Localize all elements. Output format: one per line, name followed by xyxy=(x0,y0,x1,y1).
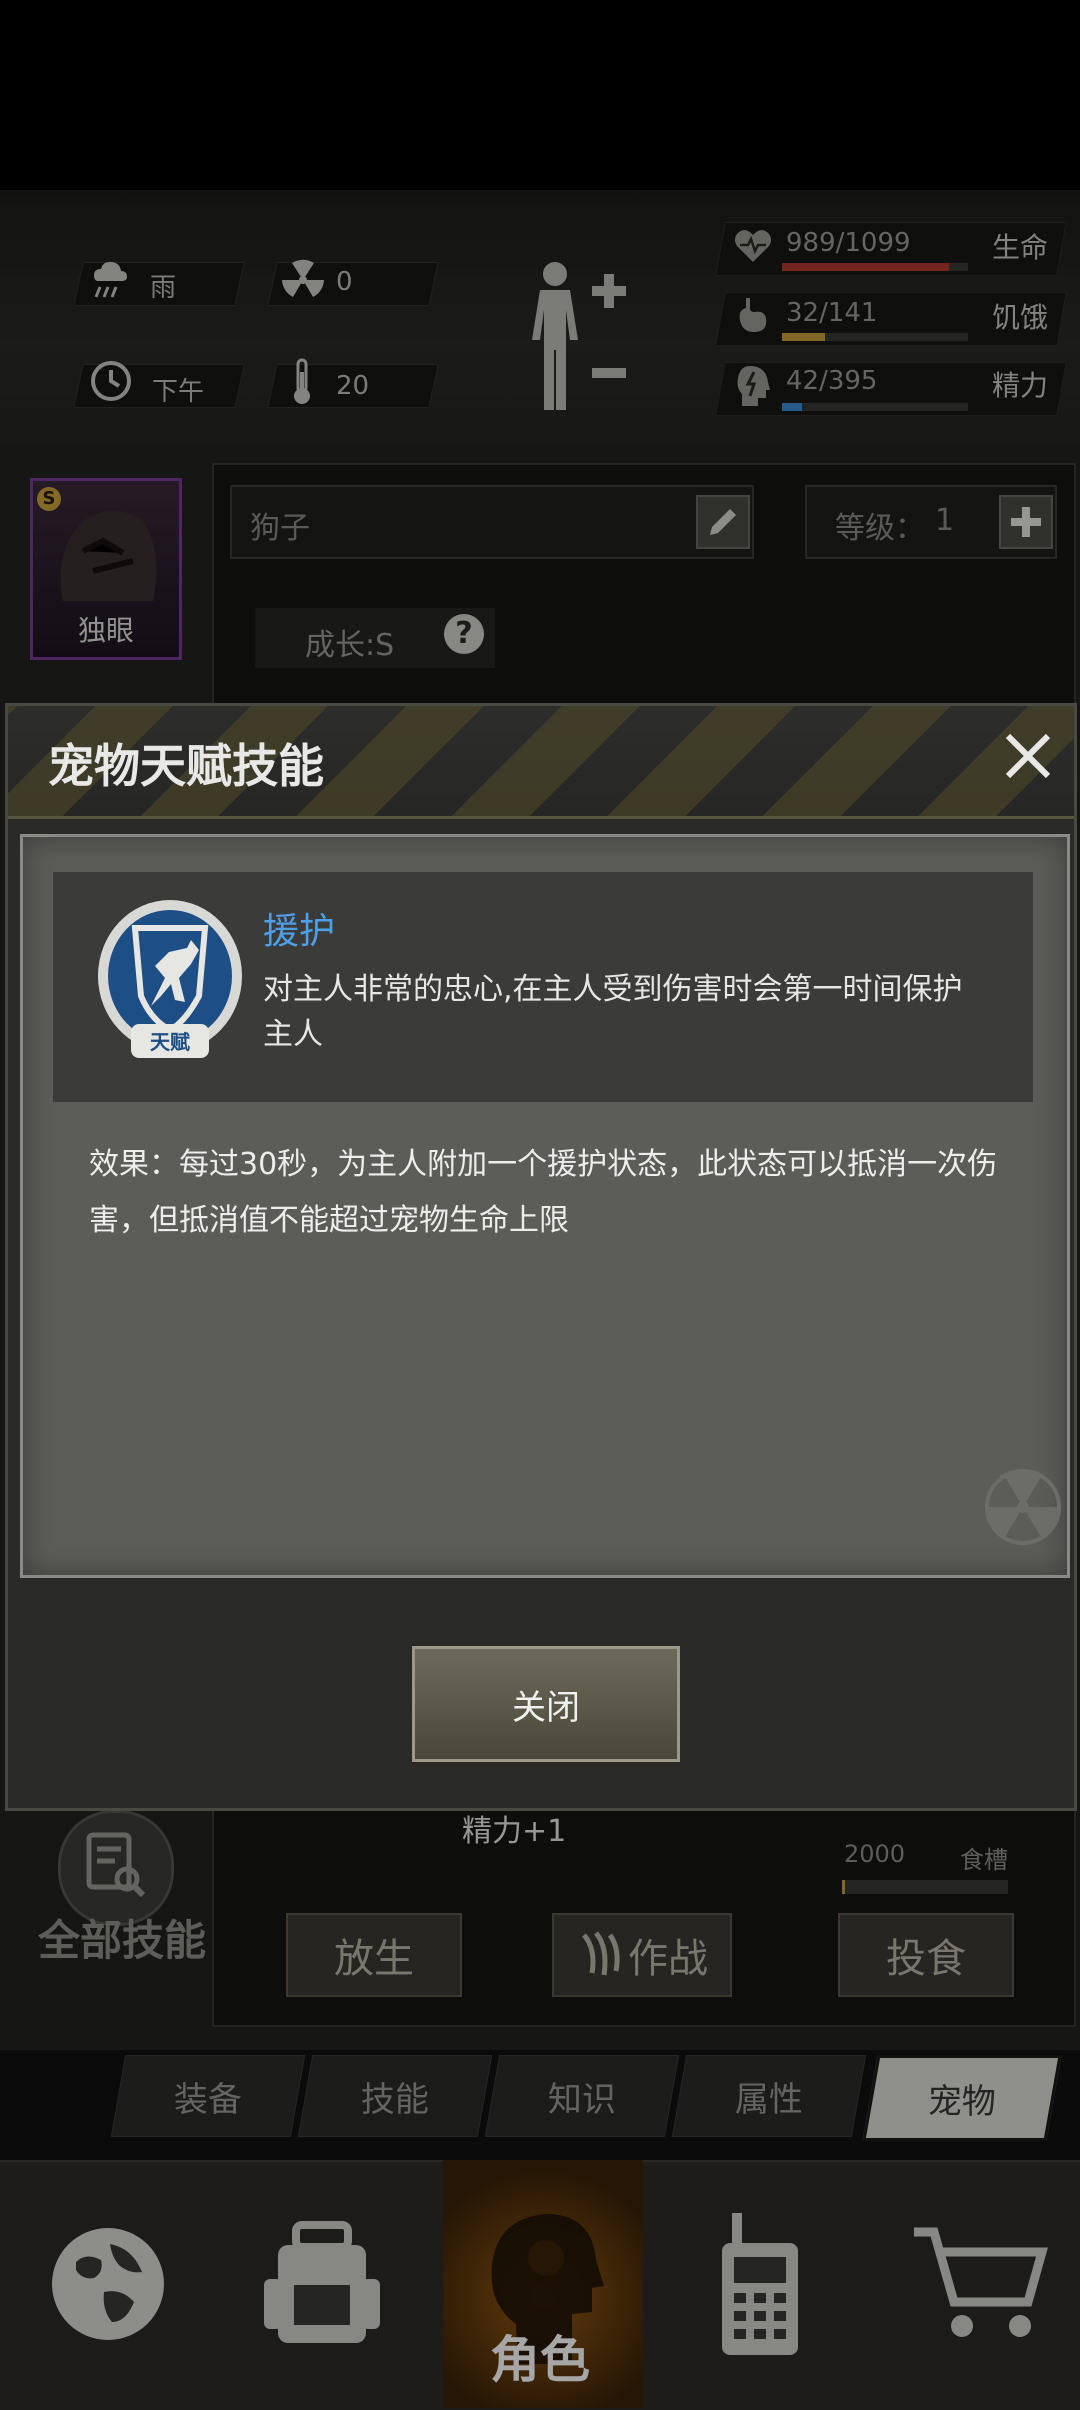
food-bar-fill xyxy=(842,1880,846,1894)
tab-knowledge[interactable]: 知识 xyxy=(484,2055,680,2137)
skill-book-icon xyxy=(86,1832,146,1898)
head-brain-icon xyxy=(736,364,770,412)
pet-portrait[interactable]: S 独眼 xyxy=(30,478,182,660)
close-button[interactable]: 关闭 xyxy=(412,1646,680,1762)
stomach-icon xyxy=(736,296,770,340)
claw-icon xyxy=(582,1931,620,1976)
stamina-bar-fill xyxy=(782,403,803,411)
hunger-bar-fill xyxy=(782,333,825,341)
clock-icon xyxy=(90,360,132,406)
thermometer-icon xyxy=(290,358,314,410)
edit-name-button[interactable] xyxy=(696,495,750,549)
nav-world[interactable] xyxy=(8,2160,208,2408)
release-label: 放生 xyxy=(334,1936,414,1982)
nav-shop[interactable] xyxy=(880,2160,1080,2408)
pet-talent-skill-dialog: 宠物天赋技能 天赋 援护 对主人非常的忠心,在主人受到伤害时会第一时间保护主人 … xyxy=(5,703,1077,1811)
food-label: 食槽 xyxy=(960,1846,1008,1874)
feed-label: 投食 xyxy=(886,1936,966,1982)
close-button-label: 关闭 xyxy=(512,1687,580,1728)
time-text: 下午 xyxy=(152,377,205,407)
tab-equipment-label: 装备 xyxy=(174,2079,242,2120)
tab-attributes[interactable]: 属性 xyxy=(671,2055,867,2137)
skill-emblem: 天赋 xyxy=(95,896,245,1070)
nav-radio[interactable] xyxy=(660,2160,860,2408)
radiation-watermark-icon xyxy=(983,1467,1063,1551)
pet-portrait-image xyxy=(60,511,157,601)
nav-backpack[interactable] xyxy=(222,2160,422,2408)
radiation-icon xyxy=(282,259,324,305)
body-figure-icon[interactable] xyxy=(520,256,630,420)
battle-label: 作战 xyxy=(628,1936,708,1982)
cart-icon xyxy=(914,2227,1048,2337)
pencil-icon xyxy=(710,509,736,535)
stamina-value: 42/395 xyxy=(786,366,878,396)
all-skills-label: 全部技能 xyxy=(38,1916,207,1965)
radio-icon xyxy=(722,2213,798,2355)
hunger-label: 饥饿 xyxy=(992,301,1049,334)
skill-name: 援护 xyxy=(263,911,336,952)
pet-name-field[interactable]: 狗子 xyxy=(230,485,754,559)
level-field: 等级： 1 xyxy=(805,485,1057,559)
level-value: 1 xyxy=(935,503,955,538)
health-bar-fill xyxy=(782,263,950,271)
release-button[interactable]: 放生 xyxy=(286,1913,462,1997)
globe-icon xyxy=(52,2228,164,2340)
hunger-bar xyxy=(782,333,968,341)
health-bar xyxy=(782,263,968,271)
rank-badge: S xyxy=(37,487,61,511)
feed-button[interactable]: 投食 xyxy=(838,1913,1014,1997)
rain-icon xyxy=(90,259,130,307)
tab-equipment[interactable]: 装备 xyxy=(110,2055,306,2137)
hunger-value: 32/141 xyxy=(786,298,878,328)
skill-description: 对主人非常的忠心,在主人受到伤害时会第一时间保护主人 xyxy=(263,972,963,1052)
pet-portrait-name: 独眼 xyxy=(77,614,134,647)
tab-skills[interactable]: 技能 xyxy=(297,2055,493,2137)
food-bar xyxy=(842,1880,1008,1894)
battle-button[interactable]: 作战 xyxy=(552,1913,732,1997)
level-up-button[interactable] xyxy=(999,495,1053,549)
pet-name-text: 狗子 xyxy=(250,511,310,546)
tab-skills-label: 技能 xyxy=(361,2079,429,2120)
skill-content-panel: 天赋 援护 对主人非常的忠心,在主人受到伤害时会第一时间保护主人 效果：每过30… xyxy=(20,834,1070,1578)
plus-icon xyxy=(1011,507,1041,537)
food-capacity: 2000 xyxy=(844,1840,906,1868)
skill-card: 天赋 援护 对主人非常的忠心,在主人受到伤害时会第一时间保护主人 xyxy=(53,872,1033,1102)
tab-attributes-label: 属性 xyxy=(735,2079,803,2120)
stamina-label: 精力 xyxy=(992,369,1049,402)
growth-text: 成长:S xyxy=(305,628,395,663)
health-value: 989/1099 xyxy=(786,228,911,258)
skill-badge-text: 天赋 xyxy=(150,1030,190,1054)
nav-role-label: 角色 xyxy=(490,2331,590,2389)
stamina-bar xyxy=(782,403,968,411)
tab-pet-label: 宠物 xyxy=(928,2081,996,2122)
stamina-bonus-text: 精力+1 xyxy=(462,1814,567,1849)
backpack-icon xyxy=(264,2221,380,2343)
dialog-title: 宠物天赋技能 xyxy=(48,739,324,793)
tab-knowledge-label: 知识 xyxy=(548,2079,616,2120)
skill-effect-text: 效果：每过30秒，为主人附加一个援护状态，此状态可以抵消一次伤害，但抵消值不能超… xyxy=(89,1147,998,1238)
level-label: 等级： xyxy=(835,511,925,546)
tab-pet[interactable]: 宠物 xyxy=(862,2055,1062,2141)
radiation-text: 0 xyxy=(336,267,353,297)
close-icon[interactable] xyxy=(998,726,1058,786)
health-label: 生命 xyxy=(992,231,1049,264)
heart-icon xyxy=(734,228,772,268)
help-icon[interactable]: ? xyxy=(444,614,484,654)
weather-text: 雨 xyxy=(150,273,177,303)
temperature-text: 20 xyxy=(336,371,370,401)
